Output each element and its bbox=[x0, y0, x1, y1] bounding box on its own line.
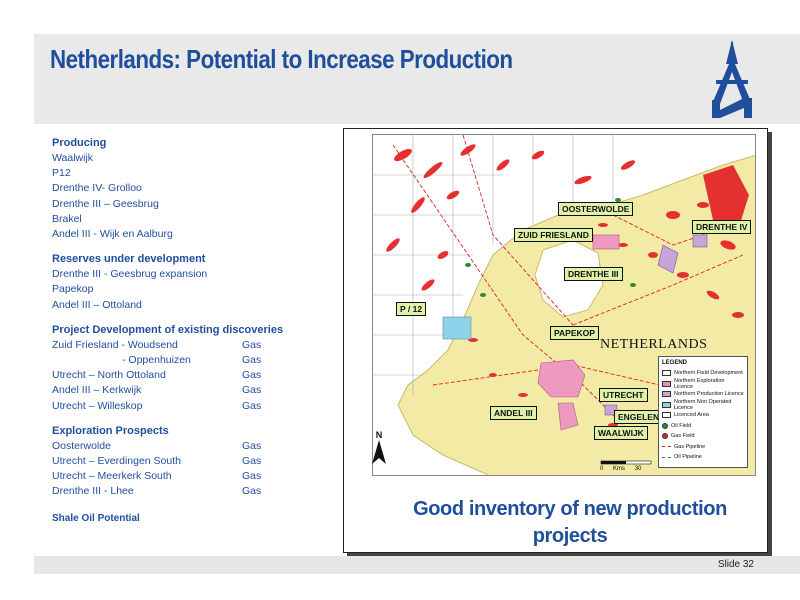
slide: Netherlands: Potential to Increase Produ… bbox=[0, 0, 800, 600]
producing-section: Producing Waalwijk P12 Drenthe IV- Groll… bbox=[52, 136, 342, 242]
list-item: Drenthe III – Geesbrug bbox=[52, 197, 159, 210]
footer-band bbox=[34, 556, 800, 574]
producing-heading: Producing bbox=[52, 137, 107, 149]
slide-number: Slide 32 bbox=[717, 559, 754, 570]
drenthe-iv-block bbox=[692, 234, 708, 248]
exploration-section: Exploration Prospects Oosterwolde Gas Utr… bbox=[52, 424, 342, 500]
list-item: Andel III - Wijk en Aalburg bbox=[52, 228, 173, 241]
list-item: Drenthe III - Geesbrug expansion bbox=[52, 268, 208, 281]
list-item: P12 bbox=[52, 167, 71, 180]
list-item: Utrecht – Everdingen South Gas bbox=[52, 455, 262, 468]
list-item: Brakel bbox=[52, 212, 82, 225]
licence-map bbox=[372, 134, 756, 476]
p12-block bbox=[442, 316, 472, 340]
list-item: Drenthe IV- Grolloo bbox=[52, 182, 142, 195]
project-dev-section: Project Development of existing discover… bbox=[52, 323, 342, 414]
engelen-block bbox=[604, 404, 618, 416]
project-dev-heading: Project Development of existing discover… bbox=[52, 323, 284, 336]
list-item: Oosterwolde Gas bbox=[52, 439, 262, 452]
reserves-section: Reserves under development Drenthe III -… bbox=[52, 252, 342, 313]
shale-oil-label: Shale Oil Potential bbox=[52, 512, 140, 524]
list-item: Andel III – Kerkwijk Gas bbox=[52, 384, 262, 397]
map-caption: Good inventory of new production project… bbox=[413, 498, 727, 547]
list-item: Zuid Friesland - Woudsend Gas bbox=[52, 338, 262, 351]
slide-title: Netherlands: Potential to Increase Produ… bbox=[50, 44, 513, 74]
map-svg bbox=[373, 135, 755, 475]
company-logo-icon bbox=[712, 40, 752, 118]
zuid-friesland-block bbox=[592, 234, 620, 250]
list-item: Utrecht – North Ottoland Gas bbox=[52, 369, 262, 382]
list-item: - Oppenhuizen Gas bbox=[122, 354, 262, 367]
list-item: Papekop bbox=[52, 283, 94, 296]
list-item: Andel III – Ottoland bbox=[52, 298, 142, 311]
reserves-heading: Reserves under development bbox=[52, 253, 206, 266]
project-list: Producing Waalwijk P12 Drenthe IV- Groll… bbox=[52, 136, 342, 526]
list-item: Drenthe III - Lhee Gas bbox=[52, 485, 262, 498]
exploration-heading: Exploration Prospects bbox=[52, 424, 169, 437]
list-item: Waalwijk bbox=[52, 152, 94, 164]
list-item: Utrecht – Willeskop Gas bbox=[52, 399, 262, 412]
list-item: Utrecht – Meerkerk South Gas bbox=[52, 470, 262, 483]
